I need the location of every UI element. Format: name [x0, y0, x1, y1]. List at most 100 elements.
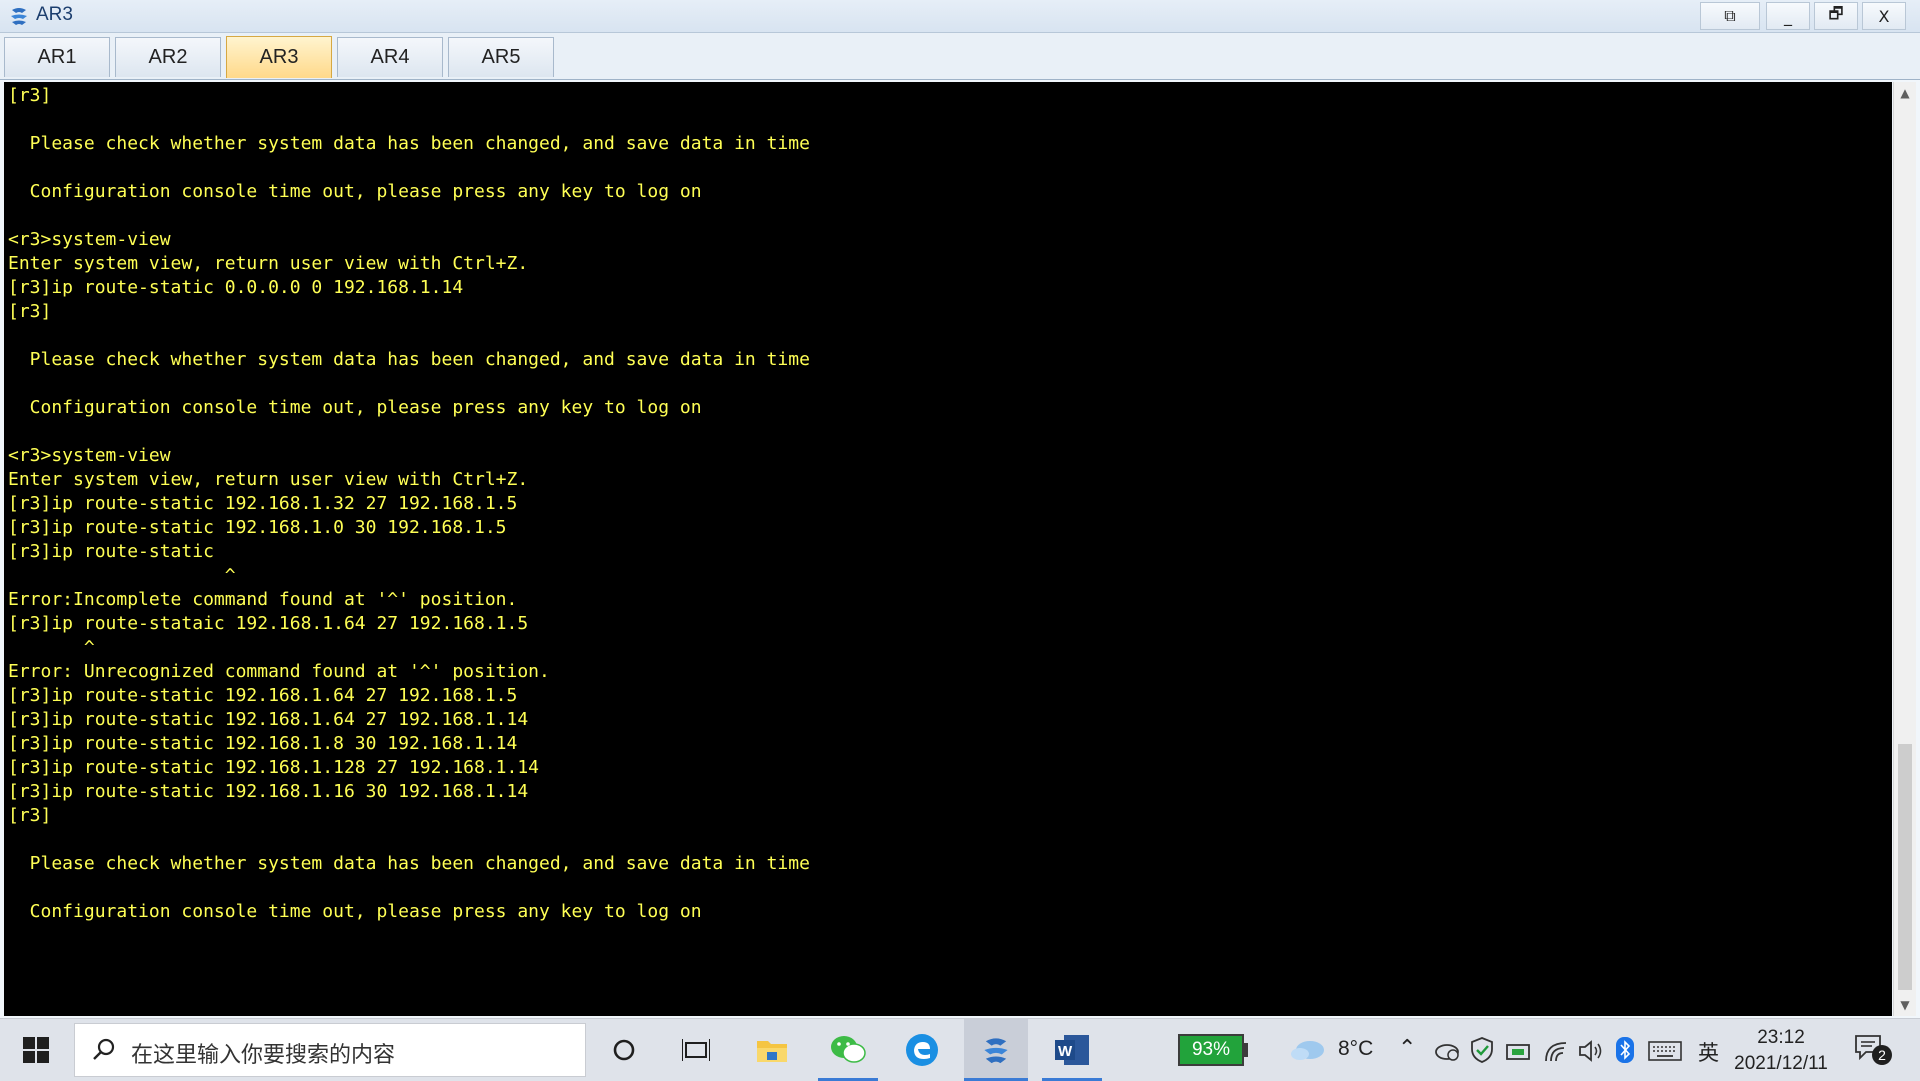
clock[interactable]: 23:12 2021/12/11: [1728, 1023, 1834, 1077]
console-output: [r3] Please check whether system data ha…: [8, 84, 810, 924]
device-tab-bar: AR1 AR2 AR3 AR4 AR5: [0, 33, 1920, 80]
console-line: Enter system view, return user view with…: [8, 253, 529, 274]
wechat-button[interactable]: [818, 1019, 878, 1081]
ensp-taskbar-button[interactable]: [964, 1019, 1028, 1081]
console-line: Please check whether system data has bee…: [8, 349, 810, 370]
show-hidden-icons-chevron-icon[interactable]: ⌃: [1398, 1035, 1416, 1061]
search-icon: [93, 1038, 115, 1060]
taskbar-search-input[interactable]: 在这里输入你要搜索的内容: [74, 1023, 586, 1077]
console-line: Enter system view, return user view with…: [8, 469, 529, 490]
minimize-icon: _: [1784, 6, 1792, 26]
ensp-app-icon: [984, 1038, 1008, 1064]
weather-temperature[interactable]: 8°C: [1338, 1037, 1373, 1061]
console-line: [r3]ip route-static: [8, 541, 214, 562]
console-line: [r3]: [8, 301, 52, 322]
maximize-button[interactable]: 🗗: [1814, 2, 1858, 30]
tab-ar5[interactable]: AR5: [448, 37, 554, 77]
title-bar[interactable]: AR3 ⧉ _ 🗗 X: [0, 0, 1920, 33]
window-title: AR3: [36, 4, 73, 25]
console-line: Error: Unrecognized command found at '^'…: [8, 661, 550, 682]
battery-tip: [1244, 1043, 1248, 1057]
edge-browser-icon: [906, 1034, 938, 1066]
word-icon: W: [1055, 1035, 1089, 1065]
svg-text:W: W: [1058, 1043, 1073, 1060]
start-button[interactable]: [12, 1019, 60, 1081]
notification-count-badge: 2: [1872, 1045, 1892, 1065]
battery-indicator[interactable]: 93%: [1178, 1034, 1244, 1066]
vertical-scrollbar[interactable]: ▲ ▼: [1893, 82, 1916, 1016]
clock-date: 2021/12/11: [1734, 1053, 1828, 1074]
word-button[interactable]: W: [1042, 1019, 1102, 1081]
folder-icon: [757, 1041, 787, 1062]
console-terminal[interactable]: [r3] Please check whether system data ha…: [4, 82, 1892, 1016]
tab-ar4[interactable]: AR4: [337, 37, 443, 77]
console-line: Configuration console time out, please p…: [8, 901, 702, 922]
ime-language-indicator[interactable]: 英: [1698, 1037, 1719, 1067]
tab-ar2[interactable]: AR2: [115, 37, 221, 77]
tab-label: AR2: [148, 46, 188, 68]
console-line: <r3>system-view: [8, 229, 171, 250]
restore-layout-icon: ⧉: [1724, 6, 1736, 25]
notification-center-button[interactable]: 2: [1854, 1033, 1894, 1069]
console-line: Configuration console time out, please p…: [8, 181, 702, 202]
scroll-up-arrow-icon[interactable]: ▲: [1894, 82, 1916, 104]
network-adapter-icon[interactable]: [1506, 1040, 1532, 1062]
keyboard-icon[interactable]: [1648, 1041, 1682, 1061]
tab-ar1[interactable]: AR1: [4, 37, 110, 77]
wifi-icon[interactable]: [1544, 1039, 1570, 1063]
console-line: Please check whether system data has bee…: [8, 853, 810, 874]
maximize-icon: 🗗: [1828, 3, 1844, 23]
wechat-icon: [831, 1036, 866, 1063]
tab-label: AR3: [259, 46, 299, 68]
tab-label: AR5: [481, 46, 521, 68]
tab-label: AR4: [370, 46, 410, 68]
tab-ar3[interactable]: AR3: [226, 36, 332, 78]
cortana-circle-icon: [613, 1039, 635, 1061]
console-line: Error:Incomplete command found at '^' po…: [8, 589, 518, 610]
console-line: [r3]ip route-static 192.168.1.0 30 192.1…: [8, 517, 507, 538]
windows-taskbar: 在这里输入你要搜索的内容 W 93% 8°C ⌃ 英 23:12 2021/12…: [0, 1018, 1920, 1081]
edge-browser-button[interactable]: [892, 1019, 952, 1081]
search-placeholder: 在这里输入你要搜索的内容: [131, 1043, 396, 1068]
app-window: AR3 ⧉ _ 🗗 X AR1 AR2 AR3 AR4 AR5 [r3] Ple…: [0, 0, 1920, 1018]
console-line: Configuration console time out, please p…: [8, 397, 702, 418]
console-line: [r3]ip route-static 192.168.1.128 27 192…: [8, 757, 540, 778]
minimize-button[interactable]: _: [1766, 2, 1810, 30]
close-button[interactable]: X: [1862, 2, 1906, 30]
onedrive-icon[interactable]: [1432, 1041, 1460, 1061]
tab-label: AR1: [37, 46, 77, 68]
clock-time: 23:12: [1757, 1027, 1805, 1048]
console-line: [r3]ip route-static 192.168.1.16 30 192.…: [8, 781, 529, 802]
console-line: <r3>system-view: [8, 445, 171, 466]
task-view-button[interactable]: [674, 1019, 718, 1081]
security-shield-icon[interactable]: [1470, 1037, 1494, 1063]
battery-percent: 93%: [1191, 1039, 1231, 1060]
windows-logo-icon: [23, 1037, 49, 1063]
console-line: [r3]ip route-static 192.168.1.64 27 192.…: [8, 685, 518, 706]
console-line: [r3]ip route-static 192.168.1.8 30 192.1…: [8, 733, 518, 754]
cloudy-weather-icon: [1291, 1041, 1324, 1060]
console-line: [r3]: [8, 85, 52, 106]
task-view-icon: [682, 1039, 710, 1061]
scroll-thumb[interactable]: [1898, 744, 1912, 990]
file-explorer-button[interactable]: [748, 1019, 796, 1081]
bluetooth-icon[interactable]: [1616, 1037, 1634, 1063]
console-line: [r3]ip route-static 192.168.1.32 27 192.…: [8, 493, 518, 514]
scroll-down-arrow-icon[interactable]: ▼: [1894, 994, 1916, 1016]
restore-layout-button[interactable]: ⧉: [1700, 2, 1760, 30]
console-line: Please check whether system data has bee…: [8, 133, 810, 154]
console-line: [r3]ip route-stataic 192.168.1.64 27 192…: [8, 613, 529, 634]
console-line: [r3]: [8, 805, 52, 826]
console-line: [r3]ip route-static 0.0.0.0 0 192.168.1.…: [8, 277, 464, 298]
volume-icon[interactable]: [1578, 1039, 1604, 1063]
cortana-button[interactable]: [604, 1019, 644, 1081]
close-icon: X: [1878, 6, 1890, 26]
